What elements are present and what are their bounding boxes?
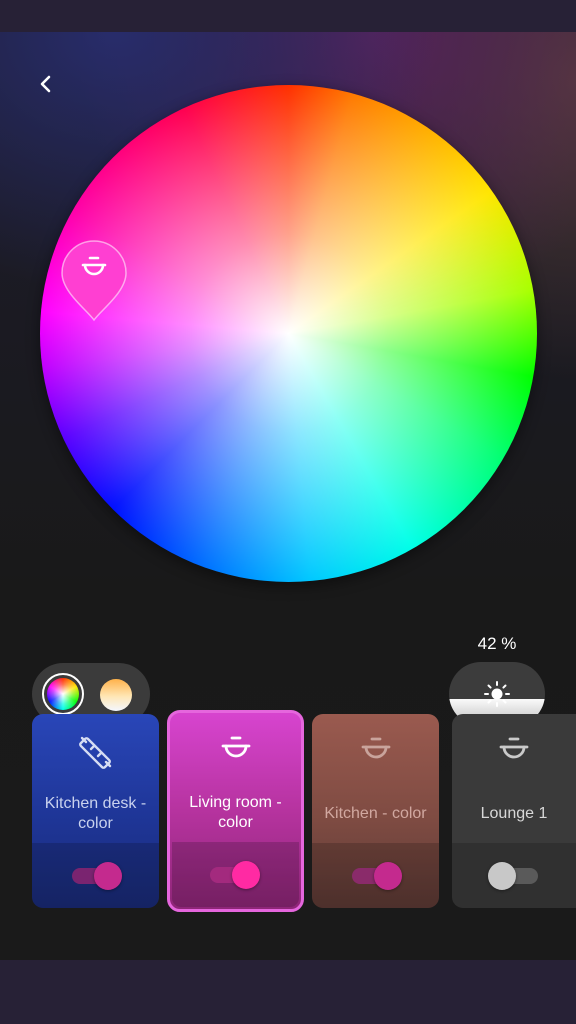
sun-icon — [484, 681, 510, 707]
card-toggle-area — [452, 843, 576, 908]
navigation-bar — [0, 960, 576, 1024]
light-toggle[interactable] — [210, 861, 260, 889]
toggle-knob — [232, 861, 260, 889]
light-name: Kitchen desk - color — [44, 795, 147, 832]
toggle-knob — [488, 862, 516, 890]
light-card-living-room[interactable]: Living room - color — [167, 710, 304, 912]
light-icon-container — [32, 730, 159, 770]
brightness-percent: 42 % — [477, 634, 517, 653]
color-wheel-icon — [47, 678, 79, 710]
light-name: Kitchen - color — [324, 805, 427, 822]
pendant-lamp-icon — [499, 737, 529, 759]
color-wheel[interactable] — [40, 85, 537, 582]
pendant-lamp-icon — [361, 737, 390, 759]
card-toggle-area — [312, 843, 439, 908]
toggle-knob — [374, 862, 402, 890]
light-icon-container — [172, 729, 299, 769]
light-card-kitchen-desk[interactable]: Kitchen desk - color — [32, 714, 159, 908]
light-name: Lounge 1 — [480, 805, 548, 822]
light-toggle[interactable] — [352, 862, 402, 890]
card-toggle-area — [32, 843, 159, 908]
light-card-lounge-1[interactable]: Lounge 1 — [452, 714, 576, 908]
color-picker-handle[interactable] — [61, 240, 127, 322]
white-ambiance-mode-button[interactable] — [100, 679, 132, 711]
light-card-kitchen[interactable]: Kitchen - color — [312, 714, 439, 908]
light-icon-container — [312, 730, 439, 770]
lightstrip-icon — [78, 736, 111, 769]
light-card-inner: Living room - color — [172, 715, 299, 907]
color-picker-screen: 42 % Kitchen desk - color Living room - … — [0, 32, 576, 960]
light-toggle[interactable] — [488, 862, 538, 890]
status-bar — [0, 0, 576, 32]
card-toggle-area — [172, 842, 299, 907]
back-button[interactable] — [30, 68, 62, 100]
light-name: Living room - color — [189, 794, 282, 831]
pendant-lamp-icon — [221, 736, 250, 758]
toggle-knob — [94, 862, 122, 890]
light-icon-container — [452, 730, 576, 770]
color-mode-button[interactable] — [42, 673, 84, 715]
light-toggle[interactable] — [72, 862, 122, 890]
back-arrow-icon — [40, 75, 51, 93]
